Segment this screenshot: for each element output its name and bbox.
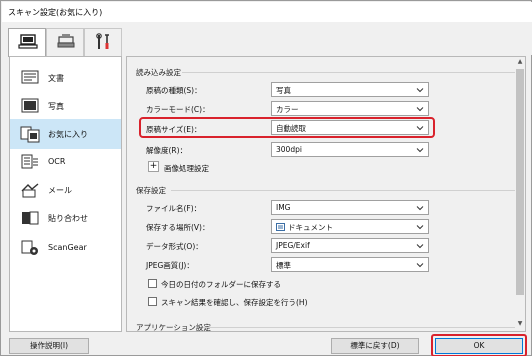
chevron-down-icon — [416, 126, 424, 131]
scan-settings-dialog: スキャン設定(お気に入り) 文書 写真 お気に入り OCR メール 貼り合わせ … — [0, 0, 532, 356]
jpeg-quality-value: 標準 — [276, 261, 291, 270]
source-type-select[interactable]: 写真 — [271, 82, 429, 97]
chevron-down-icon — [416, 107, 424, 112]
source-type-value: 写真 — [276, 86, 291, 95]
paper-size-label: 原稿サイズ(E)： — [146, 125, 202, 134]
data-format-label: データ形式(O)： — [146, 242, 203, 251]
tab-general-settings[interactable] — [84, 28, 122, 56]
sidebar-item-label: お気に入り — [48, 130, 88, 139]
ok-button[interactable]: OK — [435, 338, 523, 354]
mail-icon — [21, 183, 39, 198]
paper-size-value: 自動読取 — [276, 124, 306, 133]
title-bar: スキャン設定(お気に入り) — [2, 2, 532, 22]
scroll-down-arrow-icon[interactable]: ▼ — [515, 320, 525, 330]
document-icon — [21, 70, 39, 84]
file-name-select[interactable]: IMG — [271, 200, 429, 215]
sidebar-item-label: メール — [48, 186, 72, 195]
sidebar-item-label: 文書 — [48, 74, 64, 83]
check-results-label: スキャン結果を確認し、保存設定を行う(H) — [161, 298, 308, 307]
save-in-value: ドキュメント — [288, 223, 333, 232]
sidebar-item-ocr[interactable]: OCR — [10, 147, 121, 177]
scroll-up-arrow-icon[interactable]: ▲ — [515, 58, 525, 68]
check-results-checkbox[interactable] — [148, 297, 157, 306]
defaults-button[interactable]: 標準に戻す(D) — [331, 338, 419, 354]
tab-scan-from-panel[interactable] — [46, 28, 84, 56]
ocr-icon — [21, 154, 38, 169]
paper-size-select[interactable]: 自動読取 — [271, 120, 429, 135]
folder-icon — [276, 223, 285, 231]
chevron-down-icon — [416, 88, 424, 93]
resolution-select[interactable]: 300dpi — [271, 142, 429, 157]
section-divider — [182, 72, 517, 73]
color-mode-label: カラーモード(C)： — [146, 105, 210, 114]
subfolder-checkbox[interactable] — [148, 279, 157, 288]
scrollbar-thumb[interactable] — [516, 69, 524, 295]
sidebar-item-photo[interactable]: 写真 — [10, 91, 121, 121]
vertical-scrollbar[interactable]: ▲ ▼ — [515, 57, 525, 331]
sidebar-item-label: 貼り合わせ — [48, 214, 88, 223]
data-format-value: JPEG/Exif — [276, 241, 310, 250]
file-name-value: IMG — [276, 203, 291, 212]
photo-icon — [21, 98, 39, 113]
sidebar-item-stitch[interactable]: 貼り合わせ — [10, 203, 121, 233]
image-processing-expand-button[interactable]: + — [148, 161, 159, 172]
scanner-icon — [57, 34, 75, 48]
sidebar-item-label: ScanGear — [48, 243, 87, 252]
jpeg-quality-label: JPEG画質(J)： — [146, 261, 194, 270]
data-format-select[interactable]: JPEG/Exif — [271, 238, 429, 253]
sidebar-item-favorites[interactable]: お気に入り — [10, 119, 121, 149]
chevron-down-icon — [416, 148, 424, 153]
scan-options-title: 読み込み設定 — [136, 68, 181, 77]
save-in-select[interactable]: ドキュメント — [271, 219, 429, 234]
sidebar-item-mail[interactable]: メール — [10, 175, 121, 205]
chevron-down-icon — [416, 244, 424, 249]
sidebar-item-document[interactable]: 文書 — [10, 63, 121, 93]
sidebar-item-label: OCR — [48, 157, 66, 166]
tools-icon — [96, 33, 109, 49]
tab-bar — [2, 22, 532, 57]
app-settings-title: アプリケーション設定 — [136, 323, 211, 332]
instructions-button[interactable]: 操作説明(I) — [9, 338, 89, 354]
save-in-label: 保存する場所(V)： — [146, 223, 210, 232]
save-settings-title: 保存設定 — [136, 186, 166, 195]
favorites-icon — [20, 126, 40, 143]
section-divider — [171, 190, 517, 191]
scangear-icon — [21, 240, 38, 255]
file-name-label: ファイル名(F)： — [146, 204, 202, 213]
window-title: スキャン設定(お気に入り) — [8, 8, 103, 17]
image-processing-label: 画像処理設定 — [164, 164, 209, 173]
color-mode-value: カラー — [276, 105, 299, 114]
scanner-computer-icon — [18, 34, 38, 49]
source-type-label: 原稿の種類(S)： — [146, 86, 202, 95]
color-mode-select[interactable]: カラー — [271, 101, 429, 116]
scan-type-sidebar: 文書 写真 お気に入り OCR メール 貼り合わせ ScanGear — [9, 56, 122, 332]
resolution-value: 300dpi — [276, 145, 302, 154]
stitch-icon — [22, 211, 39, 225]
resolution-label: 解像度(R)： — [146, 146, 188, 155]
chevron-down-icon — [416, 225, 424, 230]
sidebar-item-scangear[interactable]: ScanGear — [10, 233, 121, 263]
tab-scan-from-computer[interactable] — [8, 28, 46, 57]
settings-panel: 読み込み設定 原稿の種類(S)： 写真 カラーモード(C)： カラー 原稿サイズ… — [126, 56, 526, 332]
sidebar-item-label: 写真 — [48, 102, 64, 111]
subfolder-label: 今日の日付のフォルダーに保存する — [161, 280, 281, 289]
jpeg-quality-select[interactable]: 標準 — [271, 257, 429, 272]
chevron-down-icon — [416, 263, 424, 268]
chevron-down-icon — [416, 206, 424, 211]
section-divider — [203, 327, 517, 328]
